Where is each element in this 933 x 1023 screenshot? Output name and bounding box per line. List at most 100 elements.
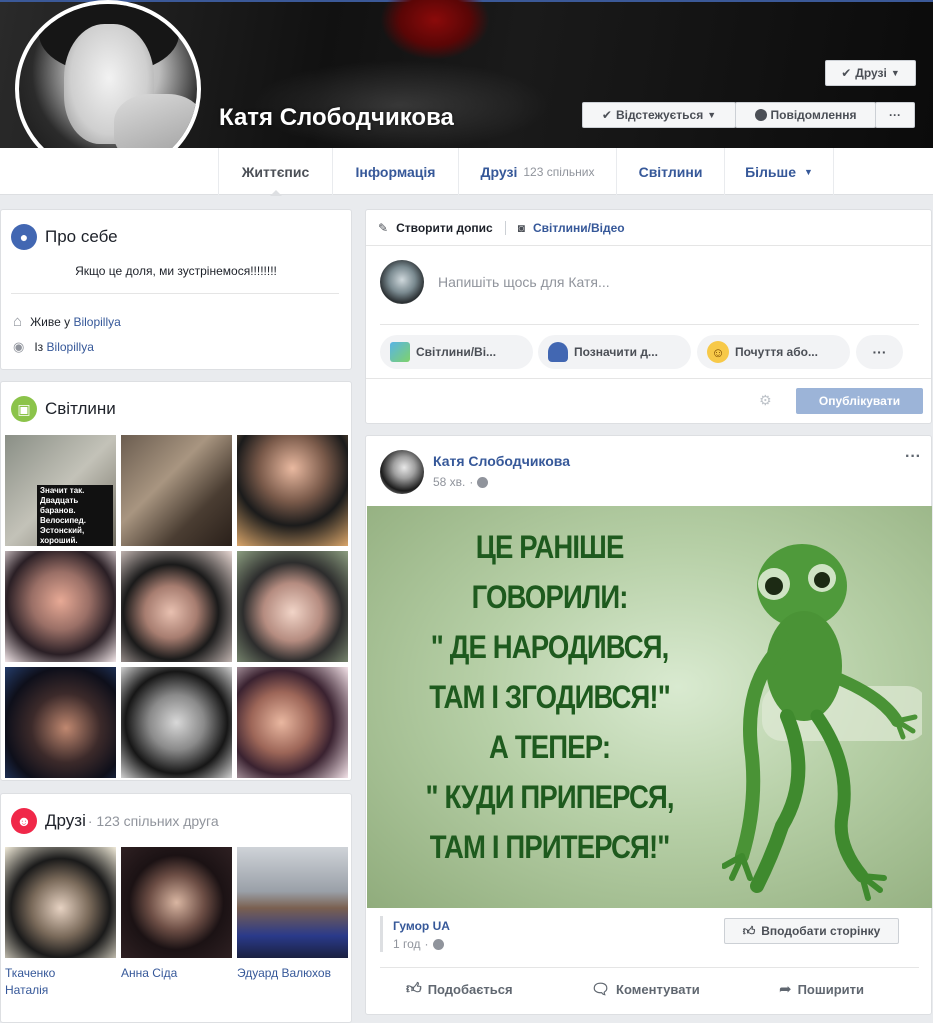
shared-meta: 1 год · <box>393 937 444 951</box>
globe-icon <box>432 938 444 950</box>
pill-label: Світлини/Ві... <box>416 345 497 359</box>
profile-nav: Життєпис Інформація Друзі 123 спільних С… <box>0 148 933 196</box>
post-author-name[interactable]: Катя Слободчикова <box>433 453 570 469</box>
friends-card: ☻ Друзі · 123 спільних друга Ткаченко На… <box>0 793 352 1023</box>
post-image[interactable]: ЦЕ РАНІШЕ ГОВОРИЛИ: " ДЕ НАРОДИВСЯ, ТАМ … <box>367 506 932 908</box>
follow-button-label: Відстежується <box>615 108 704 122</box>
shared-timestamp[interactable]: 1 год <box>393 937 421 951</box>
tab-label: Життєпис <box>241 163 310 180</box>
photo-thumb[interactable]: Значит так. Двадцать баранов. Велосипед.… <box>5 435 116 546</box>
photo-thumb[interactable] <box>5 551 116 662</box>
profile-name[interactable]: Катя Слободчикова <box>219 104 454 132</box>
tab-sub-label: 123 спільних <box>523 164 595 179</box>
more-dots-icon: ··· <box>872 344 887 360</box>
frog-figure <box>722 544 922 901</box>
photo-video-tab[interactable]: Світлини/Відео <box>533 221 625 235</box>
publish-button[interactable]: Опублікувати <box>796 388 923 414</box>
thumbs-up-icon: 👍︎ <box>742 923 756 938</box>
friend-item[interactable]: Ткаченко Наталія <box>5 847 116 999</box>
create-post-tab[interactable]: Створити допис <box>396 221 493 235</box>
shared-page-name[interactable]: Гумор UA <box>393 919 450 933</box>
divider <box>504 220 506 235</box>
friend-item[interactable]: Эдуард Валюхов <box>237 847 348 999</box>
tab-photos[interactable]: Світлини <box>616 148 724 195</box>
composer-avatar <box>380 260 424 304</box>
photo-thumb[interactable] <box>5 667 116 778</box>
shared-divider <box>380 916 383 952</box>
image-icon <box>390 342 410 362</box>
photos-title[interactable]: Світлини <box>45 399 116 419</box>
post-menu-icon[interactable]: ··· <box>905 448 921 466</box>
friends-header: ☻ Друзі · 123 спільних друга <box>11 808 219 834</box>
post-author-avatar[interactable] <box>380 450 424 494</box>
pill-label: Позначити д... <box>574 345 658 359</box>
people-icon: ☻ <box>11 808 37 834</box>
photo-thumb[interactable] <box>121 667 232 778</box>
more-options-button[interactable]: ··· <box>875 102 915 128</box>
photo-thumb[interactable] <box>121 435 232 546</box>
tab-label: Більше <box>745 163 796 180</box>
from-row: ◉ Із Bilopillya <box>13 339 94 355</box>
feeling-pill[interactable]: ☺ Почуття або... <box>697 335 850 369</box>
photos-grid: Значит так. Двадцать баранов. Велосипед.… <box>5 435 349 778</box>
meme-caption: Значит так. Двадцать баранов. Велосипед.… <box>37 485 113 546</box>
camera-icon: ◙ <box>517 220 525 235</box>
post-image-text: ЦЕ РАНІШЕ ГОВОРИЛИ: " ДЕ НАРОДИВСЯ, ТАМ … <box>369 522 730 872</box>
more-dots-icon: ··· <box>889 108 901 122</box>
message-button[interactable]: Повідомлення <box>735 102 876 128</box>
lives-place-link[interactable]: Bilopillya <box>73 315 120 329</box>
friends-button[interactable]: ✔ Друзі ▼ <box>825 60 916 86</box>
comment-button[interactable]: 🗨︎ Коментувати <box>591 980 700 998</box>
friend-item[interactable]: Анна Сіда <box>121 847 232 999</box>
check-icon: ✔ <box>841 66 852 80</box>
tab-timeline[interactable]: Життєпис <box>218 148 332 196</box>
composer-header: ✎ Створити допис ◙ Світлини/Відео <box>366 210 931 246</box>
image-text-line: А ТЕПЕР: <box>489 729 611 765</box>
post-meta: 58 хв. · <box>433 475 489 489</box>
tag-friends-pill[interactable]: Позначити д... <box>538 335 691 369</box>
caret-down-icon: ▼ <box>804 166 813 177</box>
globe-icon <box>477 476 489 488</box>
message-button-label: Повідомлення <box>770 108 857 122</box>
divider <box>11 293 339 294</box>
like-page-button[interactable]: 👍︎ Вподобати сторінку <box>724 918 899 944</box>
friend-photo[interactable] <box>5 847 116 958</box>
tab-friends[interactable]: Друзі 123 спільних <box>458 148 616 195</box>
like-label: Подобається <box>427 981 513 997</box>
image-text-line: ТАМ І ЗГОДИВСЯ!" <box>429 679 671 715</box>
photo-thumb[interactable] <box>237 667 348 778</box>
friend-name[interactable]: Анна Сіда <box>121 965 232 982</box>
pill-label: Почуття або... <box>735 345 818 359</box>
follow-button[interactable]: ✔ Відстежується ▼ <box>582 102 736 128</box>
photo-thumb[interactable] <box>121 551 232 662</box>
divider <box>380 967 919 968</box>
friends-title[interactable]: Друзі <box>45 811 86 831</box>
caret-down-icon: ▼ <box>890 68 900 78</box>
tab-more[interactable]: Більше ▼ <box>724 148 834 195</box>
friends-button-label: Друзі <box>855 66 887 80</box>
friend-name-line2[interactable]: Наталія <box>5 982 116 999</box>
share-arrow-icon: ➦ <box>779 981 792 998</box>
friend-photo[interactable] <box>237 847 348 958</box>
friend-name[interactable]: Ткаченко <box>5 965 116 982</box>
friend-name[interactable]: Эдуард Валюхов <box>237 965 348 982</box>
photo-thumb[interactable] <box>237 435 348 546</box>
image-text-line: ЦЕ РАНІШЕ <box>475 529 625 565</box>
tab-label: Світлини <box>638 163 703 180</box>
friend-photo[interactable] <box>121 847 232 958</box>
post-timestamp[interactable]: 58 хв. <box>433 475 465 489</box>
about-title[interactable]: Про себе <box>45 227 118 247</box>
photo-video-pill[interactable]: Світлини/Ві... <box>380 335 533 369</box>
smiley-icon: ☺ <box>707 341 729 363</box>
caret-down-icon: ▼ <box>707 110 717 120</box>
share-button[interactable]: ➦ Поширити <box>779 980 864 998</box>
composer-input[interactable]: Напишіть щось для Катя... <box>438 274 610 290</box>
photo-thumb[interactable] <box>237 551 348 662</box>
settings-gear-icon[interactable]: ⚙ <box>759 392 772 409</box>
more-pill[interactable]: ··· <box>856 335 903 369</box>
tab-about[interactable]: Інформація <box>332 148 458 195</box>
about-card: ● Про себе Якщо це доля, ми зустрінемося… <box>0 209 352 370</box>
bio-text: Якщо це доля, ми зустрінемося!!!!!!!! <box>75 264 277 278</box>
like-button[interactable]: 👍︎ Подобається <box>406 980 513 998</box>
from-place-link[interactable]: Bilopillya <box>47 340 94 354</box>
